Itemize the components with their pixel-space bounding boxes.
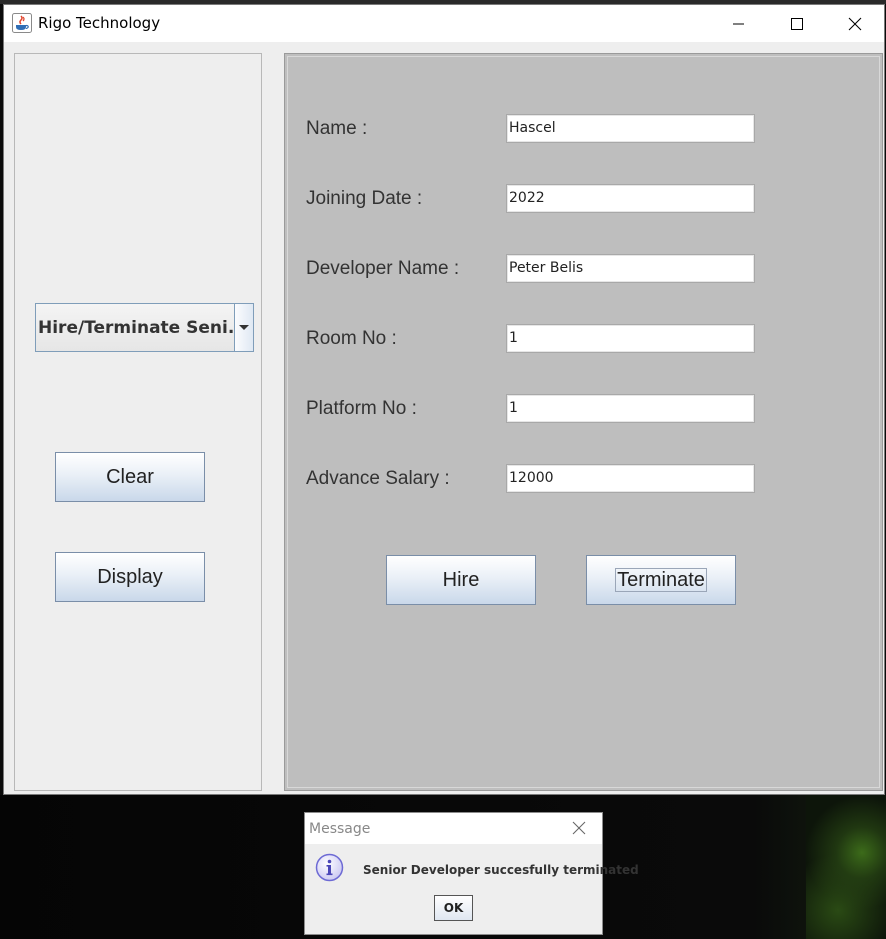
clear-button[interactable]: Clear	[55, 452, 205, 502]
minimize-icon	[733, 23, 744, 24]
developer-name-label: Developer Name :	[306, 258, 460, 279]
terminate-button[interactable]: Terminate	[586, 555, 736, 605]
advance-salary-label: Advance Salary :	[306, 468, 450, 489]
joining-date-field[interactable]: 2022	[506, 184, 755, 213]
platform-no-field[interactable]: 1	[506, 394, 755, 423]
combobox-selected-value: Hire/Terminate Seni...	[38, 318, 248, 338]
java-cup-icon	[12, 13, 32, 33]
action-combobox[interactable]: Hire/Terminate Seni...	[35, 303, 254, 352]
close-icon	[572, 821, 586, 835]
close-button[interactable]	[826, 5, 884, 42]
maximize-icon	[791, 17, 803, 30]
left-panel: Hire/Terminate Seni... Clear Display	[14, 53, 262, 791]
room-no-label: Room No :	[306, 328, 397, 349]
ok-button[interactable]: OK	[434, 895, 473, 921]
hire-button[interactable]: Hire	[386, 555, 536, 605]
form-panel: Name : Hascel Joining Date : 2022 Develo…	[284, 53, 883, 791]
window-title: Rigo Technology	[38, 14, 161, 32]
chevron-down-icon	[239, 324, 249, 330]
room-no-field[interactable]: 1	[506, 324, 755, 353]
main-window: Rigo Technology Hire/Terminate Seni... C…	[3, 4, 885, 795]
terminate-button-label: Terminate	[615, 568, 707, 592]
message-dialog: Message Senior Developer succesfully ter…	[304, 812, 639, 935]
minimize-button[interactable]	[710, 5, 768, 42]
display-button[interactable]: Display	[55, 552, 205, 602]
joining-date-label: Joining Date :	[306, 188, 423, 209]
dialog-message: Senior Developer succesfully terminated	[363, 863, 639, 877]
dialog-close-button[interactable]	[571, 820, 587, 836]
title-bar[interactable]: Rigo Technology	[4, 5, 884, 42]
combobox-arrow-button[interactable]	[234, 304, 253, 351]
info-icon	[315, 853, 344, 882]
close-icon	[848, 17, 862, 30]
dialog-title-bar[interactable]: Message	[305, 813, 602, 844]
name-label: Name :	[306, 118, 368, 139]
name-field[interactable]: Hascel	[506, 114, 755, 143]
developer-name-field[interactable]: Peter Belis	[506, 254, 755, 283]
desktop-wallpaper	[806, 795, 886, 939]
dialog-title: Message	[309, 821, 371, 837]
maximize-button[interactable]	[768, 5, 826, 42]
advance-salary-field[interactable]: 12000	[506, 464, 755, 493]
platform-no-label: Platform No :	[306, 398, 417, 419]
